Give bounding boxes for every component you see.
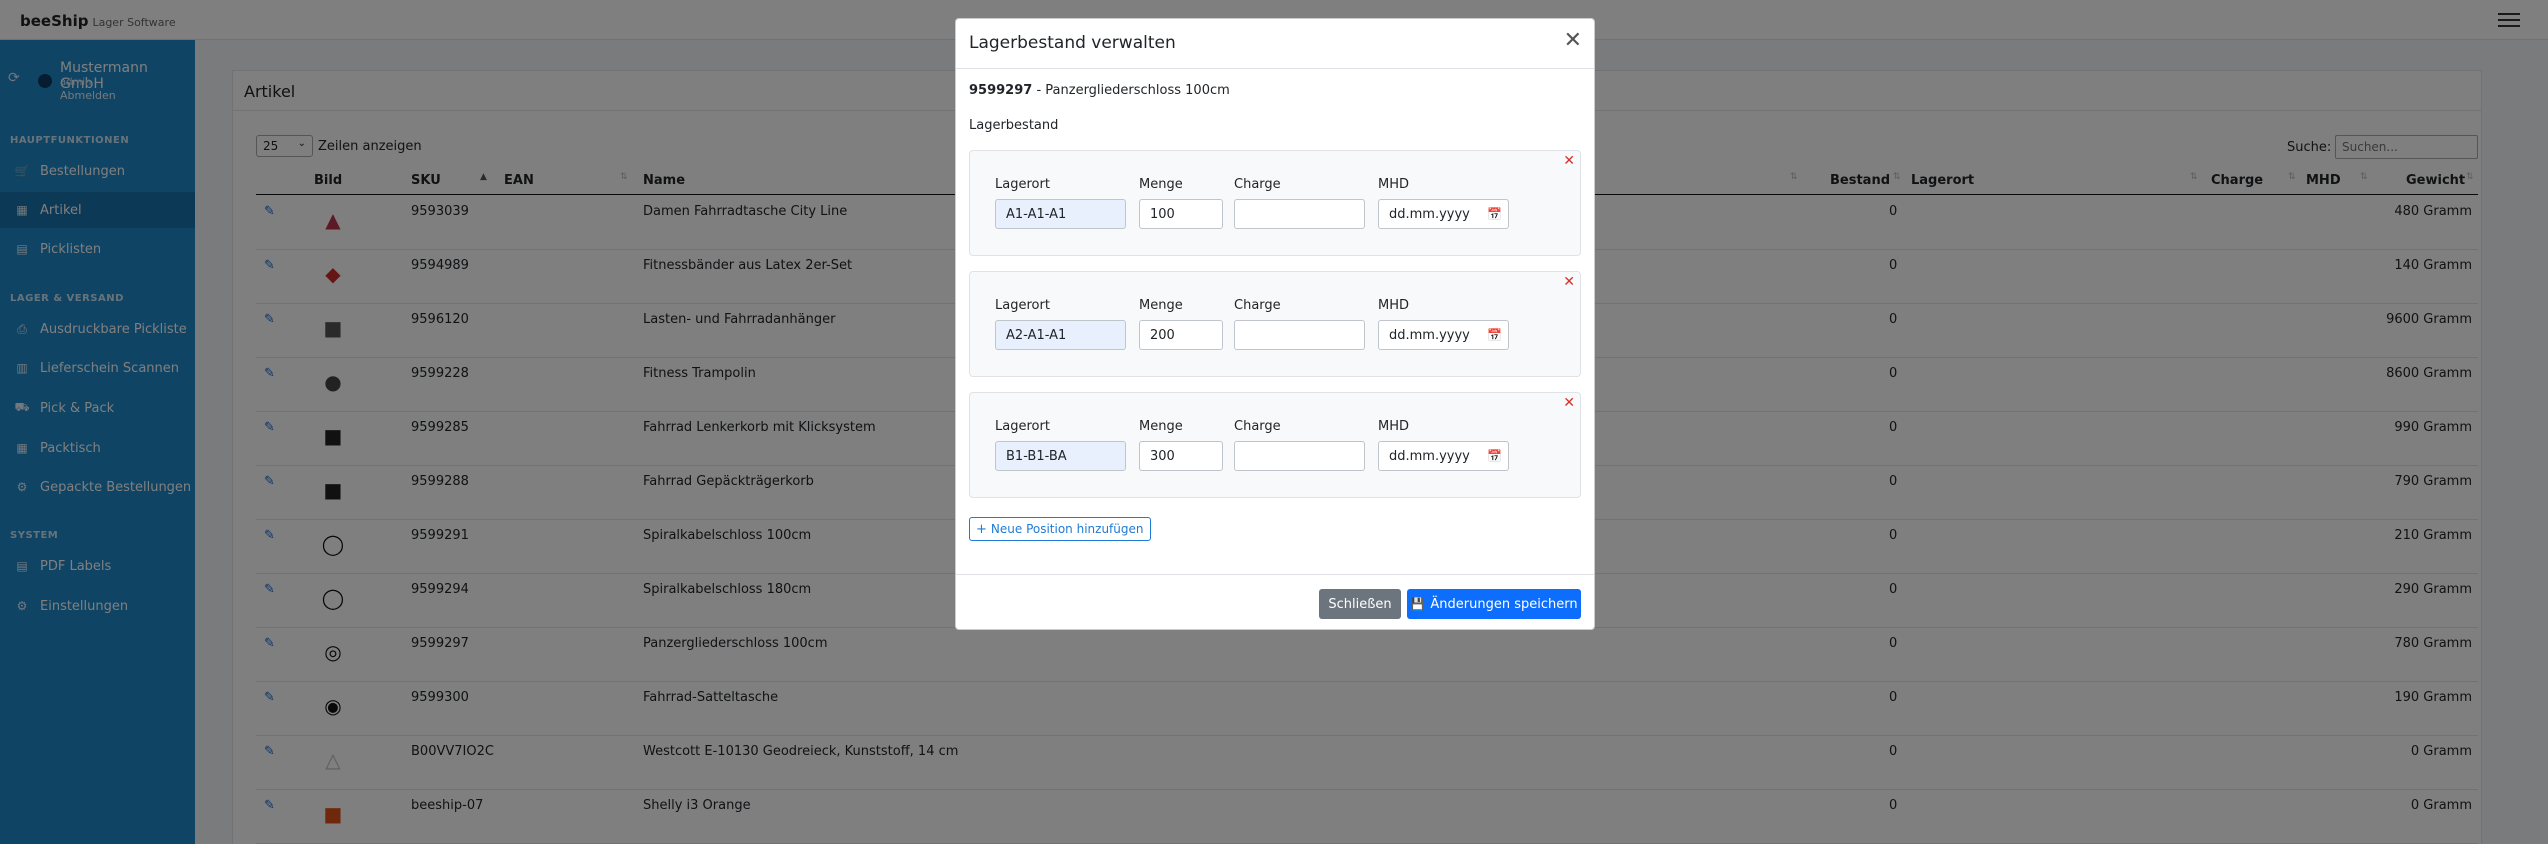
lagerbestand-entry: ✕ Lagerort Menge Charge MHD A1-A1-A1 100 dd.mm.… (969, 150, 1581, 256)
label-lagerort: Lagerort (995, 298, 1050, 313)
mhd-date-input[interactable]: dd.mm.yyyy 📅 (1378, 320, 1509, 350)
label-menge: Menge (1139, 419, 1183, 434)
remove-entry-icon[interactable]: ✕ (1563, 153, 1575, 169)
modal-header: Lagerbestand verwalten ✕ (956, 19, 1594, 69)
label-mhd: MHD (1378, 419, 1410, 434)
label-mhd: MHD (1378, 177, 1410, 192)
lagerort-input[interactable]: B1-B1-BA (995, 441, 1126, 471)
plus-icon: + (976, 521, 987, 537)
label-charge: Charge (1234, 177, 1281, 192)
label-mhd: MHD (1378, 298, 1410, 313)
calendar-icon[interactable]: 📅 (1487, 207, 1502, 221)
label-charge: Charge (1234, 419, 1281, 434)
modal-footer: Schließen 💾 Änderungen speichern (956, 574, 1594, 630)
lagerbestand-entry: ✕ Lagerort Menge Charge MHD B1-B1-BA 300 dd.mm.… (969, 392, 1581, 498)
label-lagerort: Lagerort (995, 419, 1050, 434)
lagerbestand-entry: ✕ Lagerort Menge Charge MHD A2-A1-A1 200 dd.mm.… (969, 271, 1581, 377)
charge-input[interactable] (1234, 199, 1365, 229)
charge-input[interactable] (1234, 441, 1365, 471)
calendar-icon[interactable]: 📅 (1487, 328, 1502, 342)
menge-input[interactable]: 300 (1139, 441, 1223, 471)
close-button[interactable]: Schließen (1319, 589, 1401, 619)
charge-input[interactable] (1234, 320, 1365, 350)
remove-entry-icon[interactable]: ✕ (1563, 274, 1575, 290)
menge-input[interactable]: 200 (1139, 320, 1223, 350)
close-icon[interactable]: ✕ (1564, 30, 1582, 52)
label-lagerort: Lagerort (995, 177, 1050, 192)
save-icon: 💾 (1410, 597, 1426, 611)
modal-product-line: 9599297 - Panzergliederschloss 100cm (969, 83, 1230, 98)
mhd-date-input[interactable]: dd.mm.yyyy 📅 (1378, 441, 1509, 471)
label-menge: Menge (1139, 298, 1183, 313)
lagerort-input[interactable]: A1-A1-A1 (995, 199, 1126, 229)
modal-title: Lagerbestand verwalten (969, 33, 1176, 53)
label-charge: Charge (1234, 298, 1281, 313)
menge-input[interactable]: 100 (1139, 199, 1223, 229)
lagerbestand-modal: Lagerbestand verwalten ✕ 9599297 - Panze… (955, 18, 1595, 630)
lagerort-input[interactable]: A2-A1-A1 (995, 320, 1126, 350)
label-menge: Menge (1139, 177, 1183, 192)
save-changes-button[interactable]: 💾 Änderungen speichern (1407, 589, 1581, 619)
lagerbestand-section-title: Lagerbestand (969, 118, 1059, 133)
remove-entry-icon[interactable]: ✕ (1563, 395, 1575, 411)
add-position-button[interactable]: + Neue Position hinzufügen (969, 517, 1151, 541)
mhd-date-input[interactable]: dd.mm.yyyy 📅 (1378, 199, 1509, 229)
calendar-icon[interactable]: 📅 (1487, 449, 1502, 463)
